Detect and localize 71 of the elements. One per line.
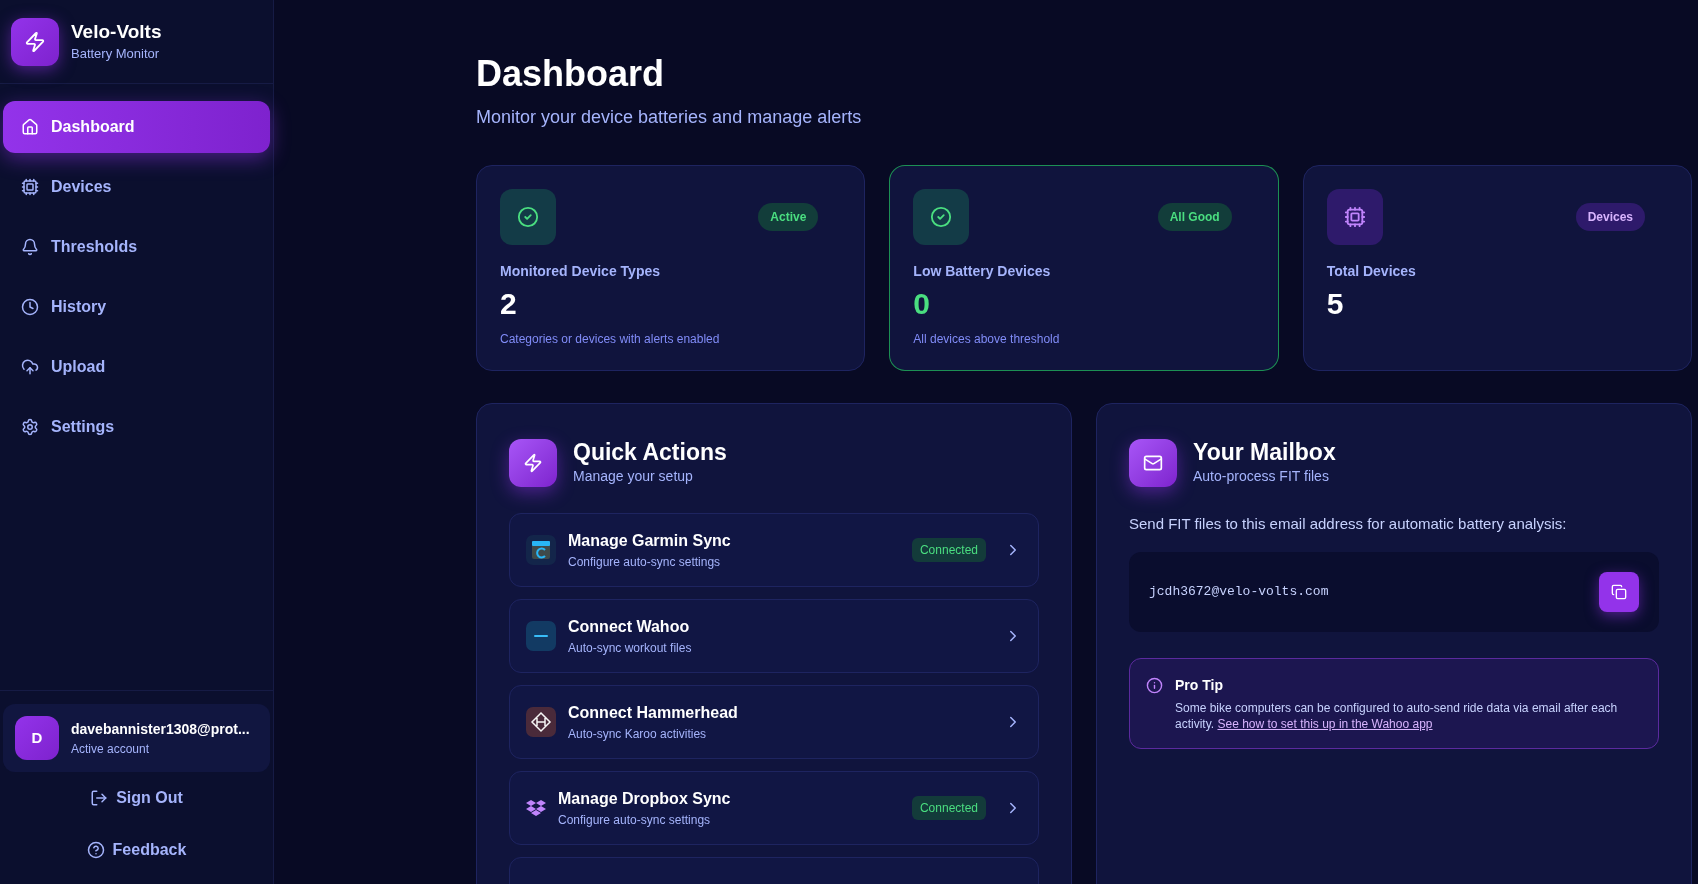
action-row[interactable]: Manage Dropbox Sync Configure auto-sync settings Connected (509, 771, 1039, 845)
sign-out-icon (90, 789, 109, 807)
bell-icon (21, 238, 39, 256)
status-badge: All Good (1157, 203, 1232, 231)
connected-badge: Connected (911, 538, 986, 562)
avatar: D (15, 716, 59, 760)
copy-icon (1611, 583, 1627, 600)
tip-text: Some bike computers can be configured to auto-send ride data via email after each activity. See how to set this up in the Wahoo app (1175, 699, 1619, 732)
tip-title: Pro Tip (1175, 675, 1224, 695)
panel-subtitle: Auto-process FIT files (1193, 467, 1330, 486)
clock-icon (21, 298, 39, 316)
nav-item[interactable]: History (3, 281, 270, 333)
hammerhead-app-icon (526, 707, 556, 737)
stat-label: Low Battery Devices (913, 262, 1052, 281)
status-badge: Devices (1575, 203, 1645, 231)
info-icon (1146, 676, 1163, 694)
action-title: Connect Hammerhead (568, 703, 739, 723)
panel-title: Quick Actions (573, 438, 727, 466)
account-card[interactable]: D davebannister1308@prot... Active account (3, 704, 270, 772)
check-icon (500, 189, 556, 245)
stat-value: 0 (913, 286, 931, 322)
action-subtitle: Auto-sync workout files (568, 640, 693, 657)
action-subtitle: Configure auto-sync settings (568, 554, 722, 571)
brand-name: Velo-Volts (71, 19, 162, 44)
home-icon (21, 118, 39, 136)
page-subtitle: Monitor your device batteries and manage alerts (476, 106, 863, 129)
action-title: Connect Wahoo (568, 617, 691, 637)
account-email: davebannister1308@prot... (71, 719, 250, 739)
action-row[interactable]: Manage Garmin Sync Configure auto-sync settings Connected (509, 513, 1039, 587)
chip-icon (21, 178, 39, 196)
mailbox-intro: Send FIT files to this email address for automatic battery analysis: (1129, 514, 1568, 534)
nav-item[interactable]: Devices (3, 161, 270, 213)
wahoo-help-link[interactable]: See how to set this up in the Wahoo app (1217, 716, 1433, 731)
action-subtitle: Configure auto-sync settings (558, 812, 712, 829)
lightning-icon (509, 438, 557, 487)
wahoo-app-icon (526, 621, 556, 651)
upload-icon (21, 358, 39, 376)
chip-icon (1326, 189, 1383, 245)
settings-icon (21, 418, 39, 436)
footer-link[interactable]: Sign Out (3, 772, 270, 824)
nav-item[interactable]: Dashboard (3, 101, 270, 153)
nav-item[interactable]: Thresholds (3, 221, 270, 273)
stat-note: All devices above threshold (913, 331, 1061, 348)
connected-badge: Connected (911, 796, 986, 820)
mail-icon (1129, 438, 1177, 487)
stat-label: Monitored Device Types (500, 262, 661, 281)
action-title: Manage Garmin Sync (568, 531, 732, 551)
panel-title: Your Mailbox (1193, 438, 1336, 466)
brand-tagline: Battery Monitor (71, 44, 161, 63)
action-row[interactable]: Connect Hammerhead Auto-sync Karoo activities (509, 685, 1039, 759)
check-icon (913, 189, 970, 245)
stat-note: Categories or devices with alerts enabled (500, 331, 721, 348)
stat-label: Total Devices (1326, 262, 1417, 281)
action-subtitle: Auto-sync Karoo activities (568, 726, 708, 743)
action-row[interactable]: Connect Wahoo Auto-sync workout files (509, 599, 1039, 673)
account-status: Active account (71, 740, 151, 758)
action-title: Manage Dropbox Sync (558, 789, 732, 809)
stat-value: 5 (1326, 286, 1345, 322)
nav-item[interactable]: Upload (3, 341, 270, 393)
panel-subtitle: Manage your setup (573, 467, 694, 486)
nav-item[interactable]: Settings (3, 401, 270, 453)
footer-link[interactable]: Feedback (3, 824, 270, 876)
status-badge: Active (758, 203, 819, 231)
email-address: jcdh3672@velo-volts.com (1149, 582, 1329, 601)
help-icon (86, 841, 105, 859)
dropbox-icon (526, 798, 546, 818)
page-title: Dashboard (476, 52, 666, 96)
sync-app-icon (526, 535, 556, 565)
copy-button[interactable] (1599, 571, 1639, 612)
stat-value: 2 (500, 286, 518, 322)
logo-icon (11, 17, 59, 66)
